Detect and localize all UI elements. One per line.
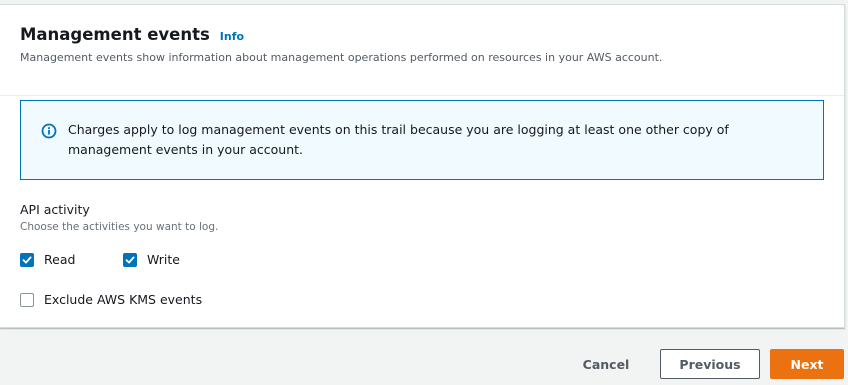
next-button[interactable]: Next bbox=[770, 349, 844, 379]
management-events-panel: Management events Info Management events… bbox=[0, 4, 845, 328]
exclude-kms-checkbox[interactable] bbox=[20, 292, 34, 307]
exclude-kms-checkbox-option[interactable]: Exclude AWS KMS events bbox=[20, 292, 202, 307]
api-activity-label: API activity bbox=[20, 202, 90, 217]
read-checkbox-option[interactable]: Read bbox=[20, 252, 75, 267]
write-label: Write bbox=[147, 252, 181, 267]
info-circle-icon bbox=[41, 123, 57, 139]
panel-title: Management events bbox=[20, 25, 210, 44]
cancel-button[interactable]: Cancel bbox=[568, 349, 644, 379]
write-checkbox-option[interactable]: Write bbox=[123, 252, 180, 267]
checkmark-icon bbox=[22, 255, 32, 263]
title-row: Management events Info bbox=[20, 25, 244, 44]
api-activity-description: Choose the activities you want to log. bbox=[20, 221, 219, 233]
exclude-kms-label: Exclude AWS KMS events bbox=[44, 292, 203, 307]
previous-button[interactable]: Previous bbox=[660, 349, 760, 379]
panel-header: Management events Info Management events… bbox=[0, 5, 844, 96]
panel-description: Management events show information about… bbox=[20, 51, 663, 64]
checkmark-icon bbox=[125, 255, 135, 263]
write-checkbox[interactable] bbox=[123, 252, 137, 267]
read-label: Read bbox=[44, 252, 76, 267]
info-link[interactable]: Info bbox=[220, 30, 244, 43]
read-checkbox[interactable] bbox=[20, 252, 34, 267]
charges-alert: Charges apply to log management events o… bbox=[20, 100, 824, 180]
alert-text: Charges apply to log management events o… bbox=[68, 122, 729, 157]
